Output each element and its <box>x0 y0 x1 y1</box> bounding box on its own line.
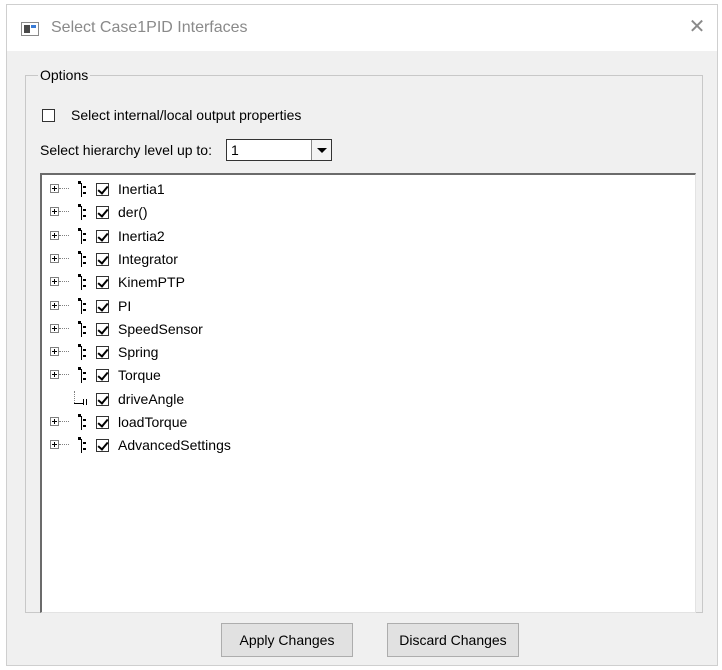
tree-item[interactable]: SpeedSensor <box>42 319 695 342</box>
component-icon <box>78 344 86 361</box>
tree-item-checkbox[interactable] <box>96 252 109 266</box>
tree-connector <box>59 281 69 283</box>
tree-item-checkbox[interactable] <box>96 276 109 290</box>
tree-item-checkbox[interactable] <box>96 206 109 220</box>
tree-item-label: SpeedSensor <box>118 320 203 337</box>
tree-item-checkbox[interactable] <box>96 439 109 453</box>
options-group: Options Select internal/local output pro… <box>25 67 703 613</box>
tree-item[interactable]: driveAngle <box>42 389 695 412</box>
expand-icon[interactable] <box>50 323 59 333</box>
tree-item[interactable]: AdvancedSettings <box>42 435 695 458</box>
tree-item[interactable]: loadTorque <box>42 412 695 435</box>
tree-item-label: der() <box>118 204 148 221</box>
tree-item[interactable]: Torque <box>42 365 695 388</box>
hierarchy-level-select[interactable]: 1 <box>225 139 332 161</box>
tree-item[interactable]: PI <box>42 296 695 319</box>
expand-icon[interactable] <box>50 184 59 193</box>
tree-item-checkbox[interactable] <box>96 183 109 196</box>
component-icon <box>78 297 86 314</box>
tree-connector <box>59 188 69 189</box>
component-icon <box>78 204 86 221</box>
tree-item-label: Integrator <box>118 250 178 267</box>
tree-item-label: Spring <box>118 344 159 361</box>
chevron-down-icon[interactable] <box>310 140 331 160</box>
tree-connector <box>59 421 69 422</box>
expand-icon[interactable] <box>50 347 59 357</box>
internal-output-row: Select internal/local output properties <box>42 107 301 123</box>
tree-item[interactable]: der() <box>42 202 695 225</box>
tree-item-checkbox[interactable] <box>96 369 109 383</box>
close-icon[interactable]: ✕ <box>687 17 707 37</box>
expand-icon[interactable] <box>50 207 59 217</box>
title-bar: Select Case1PID Interfaces ✕ <box>7 5 717 51</box>
expand-icon[interactable] <box>50 370 59 380</box>
tree-connector <box>59 374 69 376</box>
component-icon <box>78 367 86 384</box>
tree-item[interactable]: Inertia2 <box>42 226 695 249</box>
component-icon <box>78 437 86 454</box>
tree-item-checkbox[interactable] <box>96 322 109 336</box>
tree-connector <box>59 351 69 353</box>
tree-item-label: AdvancedSettings <box>118 437 231 454</box>
tree-item-checkbox[interactable] <box>96 346 109 360</box>
tree-item[interactable]: Inertia1 <box>42 179 695 202</box>
tree-connector <box>59 257 69 259</box>
discard-changes-button[interactable]: Discard Changes <box>387 623 519 657</box>
tree-item-label: driveAngle <box>118 390 185 407</box>
tree-item[interactable]: Integrator <box>42 249 695 272</box>
expand-icon[interactable] <box>50 417 59 426</box>
tree-item-label: Inertia2 <box>118 227 165 244</box>
tree-item-checkbox[interactable] <box>96 229 109 243</box>
tree-item[interactable]: KinemPTP <box>42 272 695 295</box>
hierarchy-level-row: Select hierarchy level up to: 1 <box>40 139 332 161</box>
tree-item-label: KinemPTP <box>118 274 185 291</box>
hierarchy-level-value: 1 <box>230 142 239 158</box>
tree-item-checkbox[interactable] <box>96 416 109 429</box>
tree-item[interactable]: Spring <box>42 342 695 365</box>
component-icon <box>78 227 86 244</box>
port-icon <box>68 390 90 407</box>
internal-output-checkbox[interactable] <box>42 108 55 122</box>
component-icon <box>78 274 86 291</box>
expand-icon[interactable] <box>50 277 59 287</box>
tree-item-checkbox[interactable] <box>96 392 109 406</box>
tree-connector <box>59 444 69 446</box>
interfaces-tree[interactable]: Inertia1 der() Inertia2 Integrator KinemPTP P… <box>40 173 696 613</box>
component-icon <box>78 181 86 197</box>
dialog-window: Select Case1PID Interfaces ✕ Options Sel… <box>6 4 718 666</box>
tree-item-label: Inertia1 <box>118 181 165 197</box>
tree-item-checkbox[interactable] <box>96 299 109 313</box>
window-title: Select Case1PID Interfaces <box>51 19 248 36</box>
tree-item-label: PI <box>118 297 132 314</box>
expand-icon[interactable] <box>50 230 59 240</box>
expand-icon[interactable] <box>50 440 59 450</box>
hierarchy-level-label: Select hierarchy level up to: <box>40 142 212 158</box>
expand-icon[interactable] <box>50 253 59 263</box>
tree-connector <box>59 234 69 236</box>
internal-output-label: Select internal/local output properties <box>71 107 302 123</box>
tree-connector <box>59 304 69 306</box>
apply-changes-button[interactable]: Apply Changes <box>221 623 353 657</box>
tree-item-label: Torque <box>118 367 161 384</box>
component-icon <box>78 250 86 267</box>
app-icon <box>21 22 39 36</box>
tree-connector <box>59 327 69 329</box>
component-icon <box>78 320 86 337</box>
expand-icon[interactable] <box>50 300 59 310</box>
tree-connector <box>59 211 69 213</box>
tree-item-label: loadTorque <box>118 414 188 430</box>
component-icon <box>78 414 86 430</box>
options-legend: Options <box>40 67 89 83</box>
